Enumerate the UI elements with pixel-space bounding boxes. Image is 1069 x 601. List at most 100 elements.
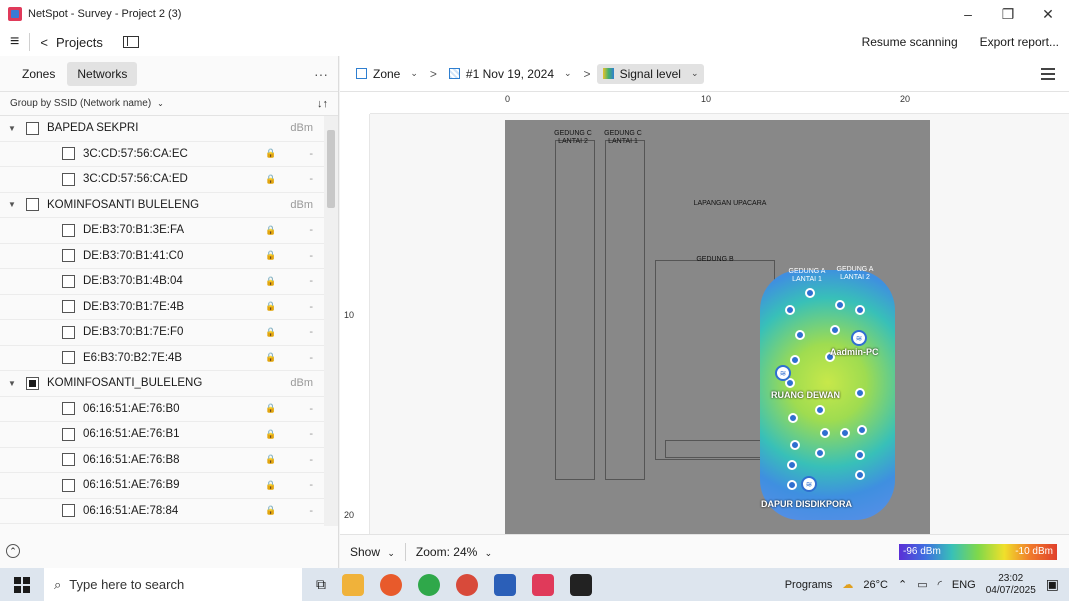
network-bssid-row[interactable]: 06:16:51:AE:78:85🔒- — [0, 524, 325, 526]
scrollbar-thumb[interactable] — [327, 130, 335, 208]
network-bssid-row[interactable]: 06:16:51:AE:76:B1 🔒 - — [0, 422, 325, 448]
show-dropdown[interactable]: Show ⌄ — [350, 545, 395, 559]
row-checkbox[interactable] — [62, 172, 75, 186]
measurement-point[interactable] — [790, 355, 800, 365]
close-button[interactable]: ✕ — [1028, 0, 1068, 28]
collapse-panel-icon[interactable]: ⌃ — [6, 544, 20, 558]
export-report-button[interactable]: Export report... — [980, 35, 1059, 49]
measurement-point[interactable] — [787, 480, 797, 490]
row-checkbox[interactable] — [62, 325, 75, 339]
row-checkbox[interactable] — [62, 478, 75, 492]
whatsapp-icon[interactable] — [418, 573, 440, 596]
tab-networks[interactable]: Networks — [67, 61, 138, 86]
measurement-point[interactable] — [840, 428, 850, 438]
expand-arrow-icon[interactable]: ▼ — [8, 200, 20, 209]
measurement-point[interactable] — [830, 325, 840, 335]
maximize-button[interactable]: ❐ — [988, 0, 1028, 28]
network-bssid-row[interactable]: DE:B3:70:B1:7E:4B 🔒 - — [0, 295, 325, 320]
chevron-up-icon[interactable]: ⌃ — [898, 578, 907, 591]
hamburger-menu-icon[interactable]: ≡ — [0, 28, 29, 56]
wifi-icon[interactable]: ◜ — [938, 578, 942, 591]
network-bssid-row[interactable]: E6:B3:70:B2:7E:4B 🔒 - — [0, 346, 325, 371]
measurement-point[interactable] — [787, 460, 797, 470]
measurement-point[interactable] — [815, 448, 825, 458]
measurement-point[interactable] — [857, 425, 867, 435]
network-bssid-row[interactable]: DE:B3:70:B1:7E:F0 🔒 - — [0, 320, 325, 346]
chrome-profile-icon[interactable] — [456, 573, 478, 596]
notifications-icon[interactable]: ▣ — [1046, 576, 1059, 593]
group-by-selector[interactable]: Group by SSID (Network name) ⌄ ↓↑ — [0, 92, 338, 116]
expand-arrow-icon[interactable]: ▼ — [8, 379, 20, 388]
network-group-row[interactable]: ▼ KOMINFOSANTI_BULELENG dBm — [0, 371, 325, 397]
map-canvas[interactable]: GEDUNG C LANTAI 2 GEDUNG C LANTAI 1 LAPA… — [370, 114, 1069, 534]
netspot-taskbar-icon[interactable] — [532, 573, 554, 596]
measurement-point[interactable] — [835, 300, 845, 310]
row-checkbox[interactable] — [26, 198, 39, 212]
network-bssid-row[interactable]: DE:B3:70:B1:41:C0 🔒 - — [0, 244, 325, 269]
row-checkbox[interactable] — [62, 300, 75, 314]
network-bssid-row[interactable]: 06:16:51:AE:76:B9 🔒 - — [0, 473, 325, 499]
row-checkbox[interactable] — [62, 453, 75, 467]
clock[interactable]: 23:02 04/07/2025 — [986, 573, 1036, 597]
zoom-dropdown[interactable]: Zoom: 24% ⌄ — [416, 545, 492, 559]
network-bssid-row[interactable]: 3C:CD:57:56:CA:ED 🔒 - — [0, 167, 325, 193]
network-group-row[interactable]: ▼ KOMINFOSANTI BULELENG dBm — [0, 193, 325, 218]
more-options-icon[interactable]: ··· — [314, 66, 328, 82]
floor-plan[interactable]: GEDUNG C LANTAI 2 GEDUNG C LANTAI 1 LAPA… — [505, 120, 930, 534]
row-checkbox[interactable] — [62, 223, 75, 237]
network-bssid-row[interactable]: DE:B3:70:B1:3E:FA 🔒 - — [0, 218, 325, 244]
network-bssid-row[interactable]: 06:16:51:AE:78:84 🔒 - — [0, 499, 325, 524]
measurement-point[interactable] — [855, 470, 865, 480]
network-bssid-row[interactable]: 3C:CD:57:56:CA:EC 🔒 - — [0, 142, 325, 167]
network-bssid-row[interactable]: DE:B3:70:B1:4B:04 🔒 - — [0, 269, 325, 295]
row-checkbox[interactable] — [62, 274, 75, 288]
resume-scanning-button[interactable]: Resume scanning — [862, 35, 958, 49]
survey-breadcrumb[interactable]: #1 Nov 19, 2024 ⌄ — [443, 64, 578, 84]
taskbar-search-box[interactable]: ⌕ Type here to search — [44, 568, 302, 601]
word-icon[interactable] — [494, 573, 516, 596]
measurement-point[interactable] — [855, 450, 865, 460]
settings-sliders-icon[interactable] — [1041, 68, 1055, 80]
network-group-row[interactable]: ▼ BAPEDA SEKPRI dBm — [0, 116, 325, 142]
chrome-icon[interactable] — [380, 573, 402, 596]
measurement-point[interactable] — [805, 288, 815, 298]
task-view-icon[interactable]: ⧉ — [316, 576, 326, 593]
measurement-point[interactable] — [815, 405, 825, 415]
panel-toggle-button[interactable] — [113, 28, 149, 56]
wifi-access-point-icon[interactable]: ≋ — [801, 476, 817, 492]
measurement-point[interactable] — [788, 413, 798, 423]
wifi-access-point-icon[interactable]: ≋ — [851, 330, 867, 346]
measurement-point[interactable] — [790, 440, 800, 450]
windows-start-icon[interactable] — [14, 576, 30, 593]
weather-temp[interactable]: 26°C — [863, 579, 888, 591]
row-checkbox[interactable] — [62, 147, 75, 161]
measurement-point[interactable] — [855, 388, 865, 398]
terminal-icon[interactable] — [570, 573, 592, 596]
expand-arrow-icon[interactable]: ▼ — [8, 124, 20, 133]
language-indicator[interactable]: ENG — [952, 579, 976, 591]
wifi-access-point-icon[interactable]: ≋ — [775, 365, 791, 381]
programs-toolbar[interactable]: Programs — [785, 579, 833, 591]
row-checkbox[interactable] — [26, 121, 39, 135]
row-checkbox[interactable] — [62, 504, 75, 518]
measurement-point[interactable] — [785, 305, 795, 315]
row-checkbox[interactable] — [62, 402, 75, 416]
measurement-point[interactable] — [795, 330, 805, 340]
network-bssid-row[interactable]: 06:16:51:AE:76:B8 🔒 - — [0, 448, 325, 473]
back-to-projects-button[interactable]: < Projects — [30, 28, 113, 56]
measurement-point[interactable] — [855, 305, 865, 315]
zone-breadcrumb[interactable]: Zone ⌄ — [350, 64, 424, 84]
tab-zones[interactable]: Zones — [12, 62, 65, 86]
row-checkbox[interactable] — [62, 427, 75, 441]
network-bssid-row[interactable]: 06:16:51:AE:76:B0 🔒 - — [0, 397, 325, 422]
network-icon[interactable]: ▭ — [917, 578, 927, 591]
row-checkbox[interactable] — [62, 249, 75, 263]
row-checkbox[interactable] — [26, 376, 39, 390]
sort-icon[interactable]: ↓↑ — [317, 98, 328, 110]
file-explorer-icon[interactable] — [342, 573, 364, 596]
row-checkbox[interactable] — [62, 351, 75, 365]
visualization-breadcrumb[interactable]: Signal level ⌄ — [596, 63, 705, 84]
measurement-point[interactable] — [820, 428, 830, 438]
minimize-button[interactable]: – — [948, 0, 988, 28]
list-scrollbar[interactable] — [324, 116, 338, 526]
